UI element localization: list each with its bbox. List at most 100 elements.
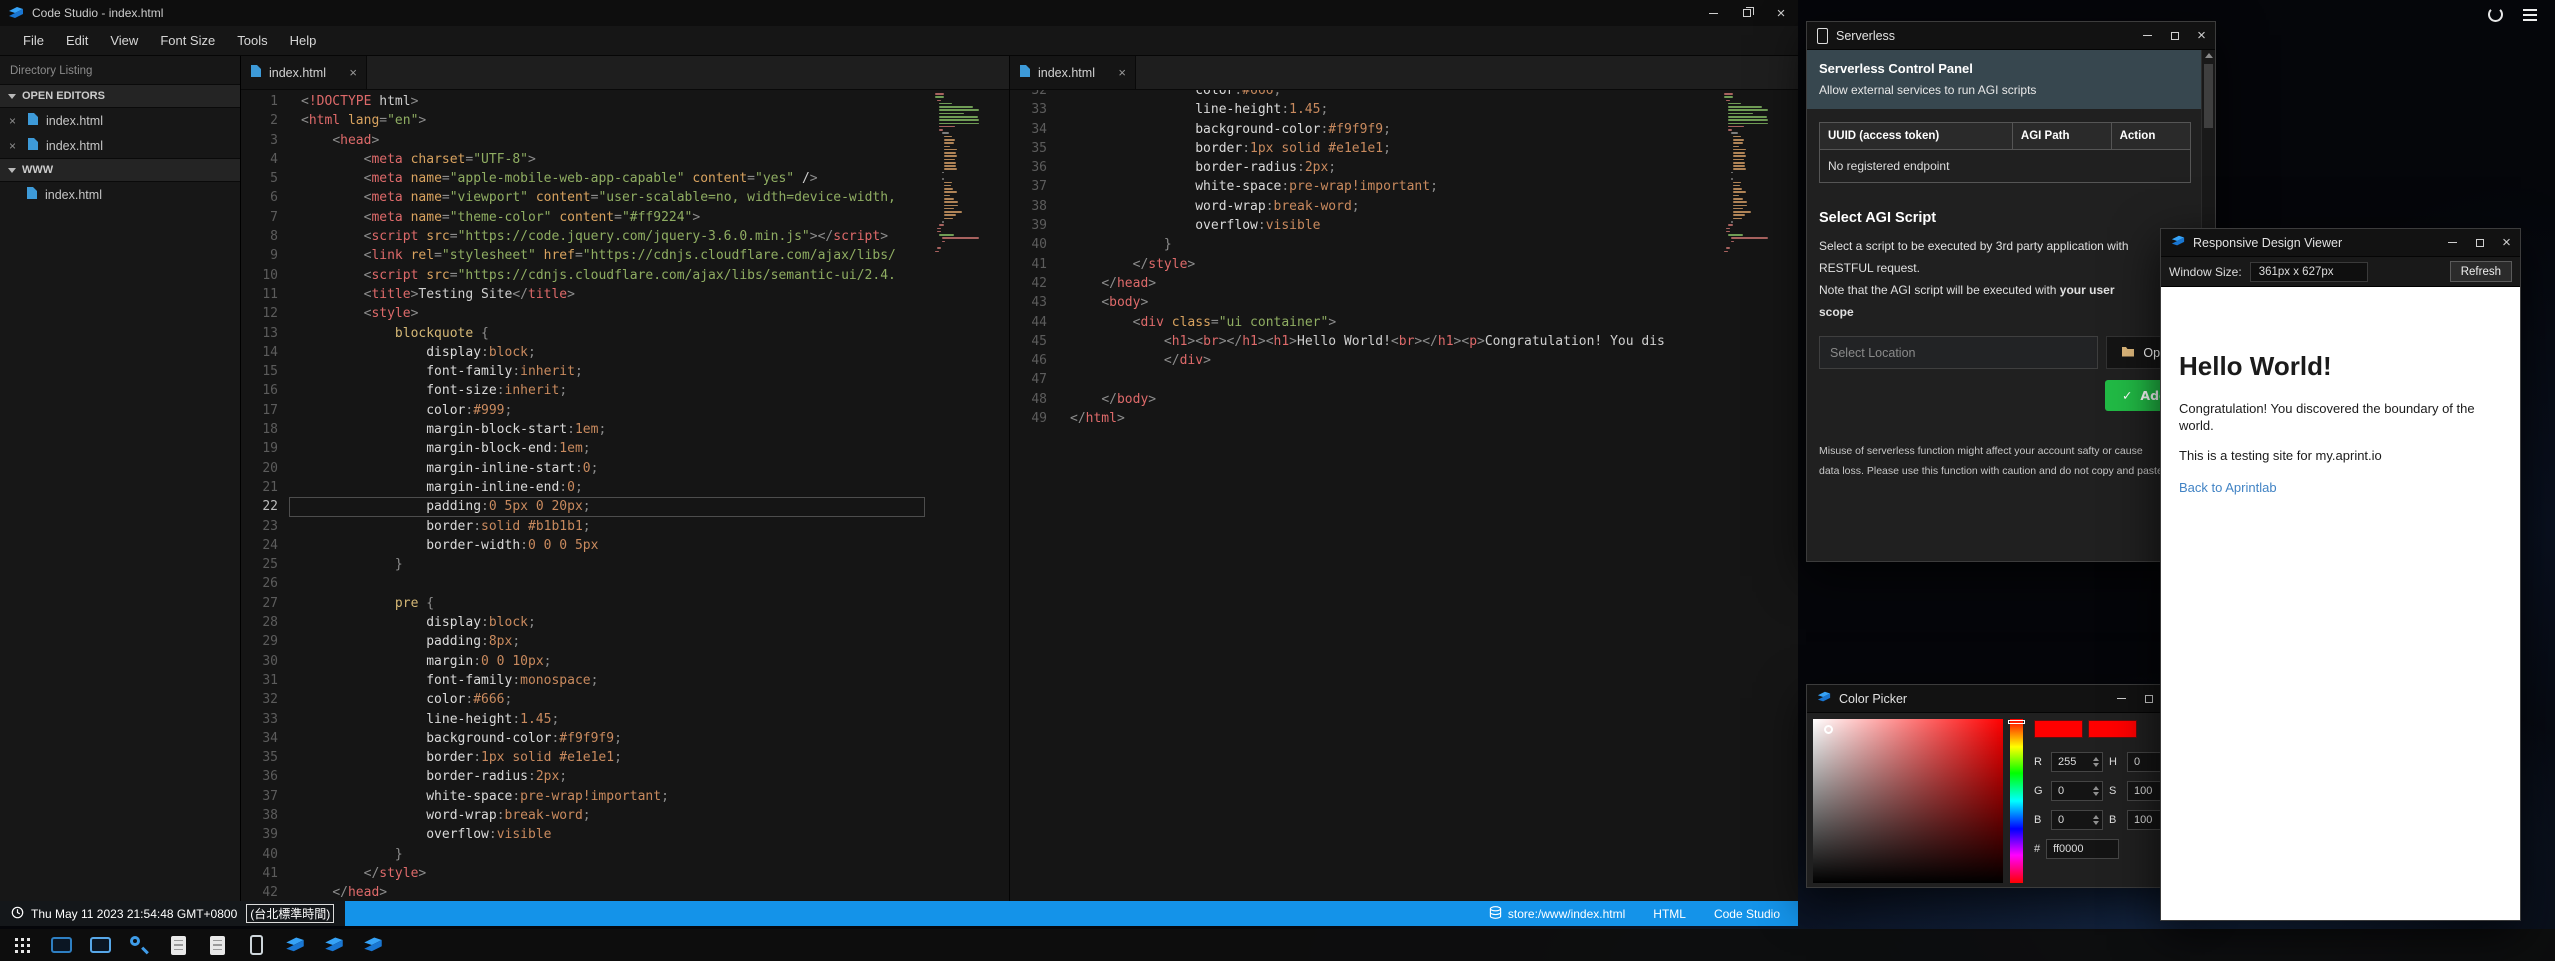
stepper-icon[interactable] (2093, 786, 2099, 796)
code-line[interactable]: <meta charset="UTF-8"> (301, 150, 935, 169)
minimize-button[interactable] (2108, 685, 2135, 712)
code-line[interactable]: <meta name="viewport" content="user-scal… (301, 188, 935, 207)
code-line[interactable]: overflow:visible (301, 825, 935, 844)
code-line[interactable]: margin-block-start:1em; (301, 420, 935, 439)
serverless-title-bar[interactable]: Serverless × (1807, 22, 2215, 50)
code-line[interactable]: <script src="https://code.jquery.com/jqu… (301, 227, 935, 246)
color-picker-title-bar[interactable]: Color Picker × (1807, 685, 2189, 713)
spinner-icon[interactable] (2488, 7, 2503, 22)
apps-grid-icon[interactable] (10, 933, 34, 957)
restore-button[interactable] (1730, 0, 1764, 26)
code-line[interactable]: line-height:1.45; (301, 710, 935, 729)
status-language[interactable]: HTML (1653, 907, 1686, 921)
document-icon[interactable] (166, 933, 190, 957)
code-line[interactable]: color:#999; (301, 401, 935, 420)
code-line[interactable]: } (301, 845, 935, 864)
maximize-button[interactable] (2466, 229, 2493, 256)
responsive-viewer-title-bar[interactable]: Responsive Design Viewer × (2161, 229, 2520, 257)
code-editor[interactable]: color:#666; line-height:1.45; background… (1056, 90, 1724, 901)
code-line[interactable]: </div> (1070, 351, 1724, 370)
code-line[interactable]: </head> (1070, 274, 1724, 293)
code-line[interactable]: <head> (301, 131, 935, 150)
hue-slider-marker[interactable] (2008, 720, 2025, 724)
code-line[interactable]: color:#666; (1070, 90, 1724, 100)
menu-edit[interactable]: Edit (55, 29, 99, 52)
code-line[interactable]: font-family:inherit; (301, 362, 935, 381)
code-line[interactable]: display:block; (301, 613, 935, 632)
sidebar-item-index-html[interactable]: index.html (0, 182, 240, 207)
code-line[interactable]: margin-inline-start:0; (301, 459, 935, 478)
code-line[interactable]: <title>Testing Site</title> (301, 285, 935, 304)
sidebar-item-index-html[interactable]: ×index.html (0, 133, 240, 158)
maximize-button[interactable] (2161, 22, 2188, 49)
code-line[interactable]: <script src="https://cdnjs.cloudflare.co… (301, 266, 935, 285)
status-datetime[interactable]: Thu May 11 2023 21:54:48 GMT+0800 (台北標準時… (0, 901, 345, 926)
color-cursor[interactable] (1824, 725, 1833, 734)
maximize-button[interactable] (2135, 685, 2162, 712)
code-line[interactable]: padding:8px; (301, 632, 935, 651)
terminal-window-icon[interactable] (49, 933, 73, 957)
menu-view[interactable]: View (99, 29, 149, 52)
close-button[interactable]: × (2493, 229, 2520, 256)
scrollbar-thumb[interactable] (2204, 64, 2213, 128)
status-app-name[interactable]: Code Studio (1714, 907, 1780, 921)
code-line[interactable]: <div class="ui container"> (1070, 313, 1724, 332)
code-line[interactable]: </html> (1070, 409, 1724, 428)
menu-help[interactable]: Help (279, 29, 328, 52)
code-line[interactable]: </head> (301, 883, 935, 901)
close-button[interactable]: × (1764, 0, 1798, 26)
close-icon[interactable]: × (9, 115, 20, 127)
code-line[interactable]: margin:0 0 10px; (301, 652, 935, 671)
search-icon[interactable] (127, 933, 151, 957)
code-line[interactable] (301, 574, 935, 593)
sidebar-item-index-html[interactable]: ×index.html (0, 108, 240, 133)
channel-input-r[interactable]: 255 (2051, 752, 2103, 772)
close-icon[interactable]: × (9, 140, 20, 152)
channel-input-b[interactable]: 0 (2051, 810, 2103, 830)
menu-font-size[interactable]: Font Size (149, 29, 226, 52)
close-button[interactable]: × (2188, 22, 2215, 49)
code-studio-icon[interactable] (283, 933, 307, 957)
code-line[interactable]: </body> (1070, 390, 1724, 409)
window-size-input[interactable]: 361px x 627px (2250, 262, 2368, 282)
code-line[interactable]: <meta name="theme-color" content="#ff922… (301, 208, 935, 227)
tab-index-html[interactable]: index.html × (1010, 56, 1136, 89)
title-bar[interactable]: Code Studio - index.html × (0, 0, 1798, 26)
code-line[interactable]: border-width:0 0 0 5px (301, 536, 935, 555)
channel-input-g[interactable]: 0 (2051, 781, 2103, 801)
code-line[interactable]: pre { (301, 594, 935, 613)
menu-icon[interactable] (2523, 9, 2537, 21)
tab-close-icon[interactable]: × (1118, 66, 1126, 79)
status-file-path[interactable]: store:/www/index.html (1489, 906, 1625, 922)
mobile-device-icon[interactable] (244, 933, 268, 957)
code-studio-icon[interactable] (361, 933, 385, 957)
code-line[interactable]: <!DOCTYPE html> (301, 92, 935, 111)
tab-close-icon[interactable]: × (349, 66, 357, 79)
code-line[interactable]: display:block; (301, 343, 935, 362)
code-line[interactable] (1070, 370, 1724, 389)
browser-window-icon[interactable] (88, 933, 112, 957)
code-line[interactable]: border-radius:2px; (1070, 158, 1724, 177)
code-line[interactable]: font-size:inherit; (301, 381, 935, 400)
code-line[interactable]: </style> (1070, 255, 1724, 274)
minimize-button[interactable] (2134, 22, 2161, 49)
minimize-button[interactable] (2439, 229, 2466, 256)
code-line[interactable]: </style> (301, 864, 935, 883)
menu-tools[interactable]: Tools (226, 29, 278, 52)
sidebar-section-open-editors[interactable]: OPEN EDITORS (0, 84, 240, 108)
code-line[interactable]: <style> (301, 304, 935, 323)
code-line[interactable]: font-family:monospace; (301, 671, 935, 690)
code-line[interactable]: border:1px solid #e1e1e1; (301, 748, 935, 767)
code-line[interactable]: border:solid #b1b1b1; (301, 517, 935, 536)
stepper-icon[interactable] (2093, 815, 2099, 825)
hue-slider[interactable] (2010, 719, 2023, 883)
code-line[interactable]: color:#666; (301, 690, 935, 709)
sidebar-section-www[interactable]: WWW (0, 158, 240, 182)
code-line[interactable]: } (301, 555, 935, 574)
code-line[interactable]: margin-inline-end:0; (301, 478, 935, 497)
minimap[interactable] (1724, 90, 1770, 901)
code-line[interactable]: blockquote { (301, 324, 935, 343)
code-line[interactable]: padding:0 5px 0 20px; (301, 497, 935, 516)
code-line[interactable]: line-height:1.45; (1070, 100, 1724, 119)
code-line[interactable]: <meta name="apple-mobile-web-app-capable… (301, 169, 935, 188)
